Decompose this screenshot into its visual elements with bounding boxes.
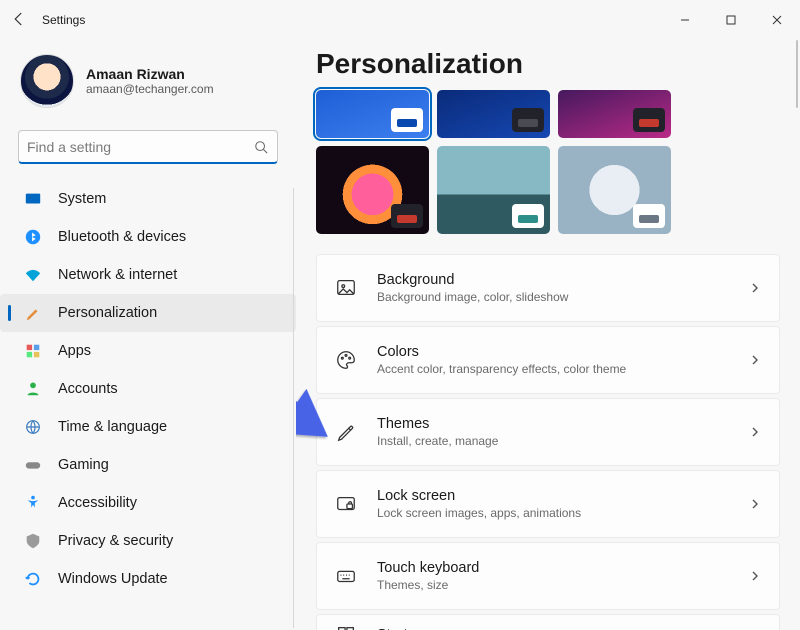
card-start[interactable]: Start <box>316 614 780 630</box>
sidebar-item-gaming[interactable]: Gaming <box>0 446 296 484</box>
chevron-right-icon <box>749 354 761 366</box>
theme-tile[interactable] <box>437 90 550 138</box>
maximize-button[interactable] <box>708 0 754 40</box>
window-controls <box>662 0 800 40</box>
titlebar: Settings <box>0 0 800 40</box>
card-title: Colors <box>377 344 729 360</box>
theme-tile[interactable] <box>558 146 671 234</box>
back-button[interactable] <box>10 10 28 31</box>
apps-icon <box>24 342 42 360</box>
card-sub: Install, create, manage <box>377 434 729 448</box>
sidebar-item-label: Time & language <box>58 419 167 435</box>
card-lockscreen[interactable]: Lock screen Lock screen images, apps, ani… <box>316 470 780 538</box>
theme-tile[interactable] <box>316 90 429 138</box>
theme-tile[interactable] <box>316 146 429 234</box>
card-title: Lock screen <box>377 488 729 504</box>
person-icon <box>24 380 42 398</box>
sidebar-item-accounts[interactable]: Accounts <box>0 370 296 408</box>
card-background[interactable]: Background Background image, color, slide… <box>316 254 780 322</box>
card-sub: Lock screen images, apps, animations <box>377 506 729 520</box>
avatar <box>20 54 74 108</box>
wifi-icon <box>24 266 42 284</box>
sidebar-item-privacy[interactable]: Privacy & security <box>0 522 296 560</box>
page-title: Personalization <box>316 48 780 80</box>
brush-icon <box>335 421 357 443</box>
card-sub: Accent color, transparency effects, colo… <box>377 362 729 376</box>
image-icon <box>335 277 357 299</box>
sidebar-item-label: Bluetooth & devices <box>58 229 186 245</box>
card-sub: Background image, color, slideshow <box>377 290 729 304</box>
shield-icon <box>24 532 42 550</box>
start-icon <box>335 624 357 630</box>
card-colors[interactable]: Colors Accent color, transparency effects… <box>316 326 780 394</box>
scrollbar[interactable] <box>796 40 798 108</box>
sidebar-item-label: Gaming <box>58 457 109 473</box>
user-email: amaan@techanger.com <box>86 82 214 96</box>
accessibility-icon <box>24 494 42 512</box>
close-button[interactable] <box>754 0 800 40</box>
sidebar-item-network[interactable]: Network & internet <box>0 256 296 294</box>
globe-icon <box>24 418 42 436</box>
sidebar: Amaan Rizwan amaan@techanger.com System … <box>0 40 296 630</box>
gamepad-icon <box>24 456 42 474</box>
theme-tile[interactable] <box>437 146 550 234</box>
card-sub: Themes, size <box>377 578 729 592</box>
lock-screen-icon <box>335 493 357 515</box>
main-content: Personalization <box>296 40 800 630</box>
sidebar-item-label: Accounts <box>58 381 118 397</box>
chevron-right-icon <box>749 282 761 294</box>
window-title: Settings <box>42 13 85 27</box>
sidebar-item-label: Accessibility <box>58 495 137 511</box>
chevron-right-icon <box>749 570 761 582</box>
minimize-button[interactable] <box>662 0 708 40</box>
card-themes[interactable]: Themes Install, create, manage <box>316 398 780 466</box>
search-input[interactable] <box>18 130 278 164</box>
sidebar-item-accessibility[interactable]: Accessibility <box>0 484 296 522</box>
search-icon <box>254 140 268 154</box>
card-title: Background <box>377 272 729 288</box>
chevron-right-icon <box>749 426 761 438</box>
sidebar-item-update[interactable]: Windows Update <box>0 560 296 598</box>
card-title: Touch keyboard <box>377 560 729 576</box>
sidebar-item-time[interactable]: Time & language <box>0 408 296 446</box>
brush-icon <box>24 304 42 322</box>
chevron-right-icon <box>749 498 761 510</box>
theme-tile[interactable] <box>558 90 671 138</box>
theme-preview-row-partial <box>316 90 780 138</box>
sidebar-item-label: Personalization <box>58 305 157 321</box>
card-title: Themes <box>377 416 729 432</box>
sidebar-item-apps[interactable]: Apps <box>0 332 296 370</box>
sidebar-item-label: System <box>58 191 106 207</box>
sidebar-item-label: Apps <box>58 343 91 359</box>
system-icon <box>24 190 42 208</box>
sidebar-item-label: Network & internet <box>58 267 177 283</box>
user-block[interactable]: Amaan Rizwan amaan@techanger.com <box>0 46 296 122</box>
sidebar-item-system[interactable]: System <box>0 180 296 218</box>
theme-preview-row <box>316 146 780 234</box>
keyboard-icon <box>335 565 357 587</box>
sidebar-item-label: Privacy & security <box>58 533 173 549</box>
palette-icon <box>335 349 357 371</box>
user-name: Amaan Rizwan <box>86 66 214 82</box>
sidebar-divider <box>293 188 294 628</box>
update-icon <box>24 570 42 588</box>
card-touchkeyboard[interactable]: Touch keyboard Themes, size <box>316 542 780 610</box>
sidebar-item-bluetooth[interactable]: Bluetooth & devices <box>0 218 296 256</box>
bluetooth-icon <box>24 228 42 246</box>
sidebar-item-label: Windows Update <box>58 571 168 587</box>
sidebar-item-personalization[interactable]: Personalization <box>0 294 296 332</box>
